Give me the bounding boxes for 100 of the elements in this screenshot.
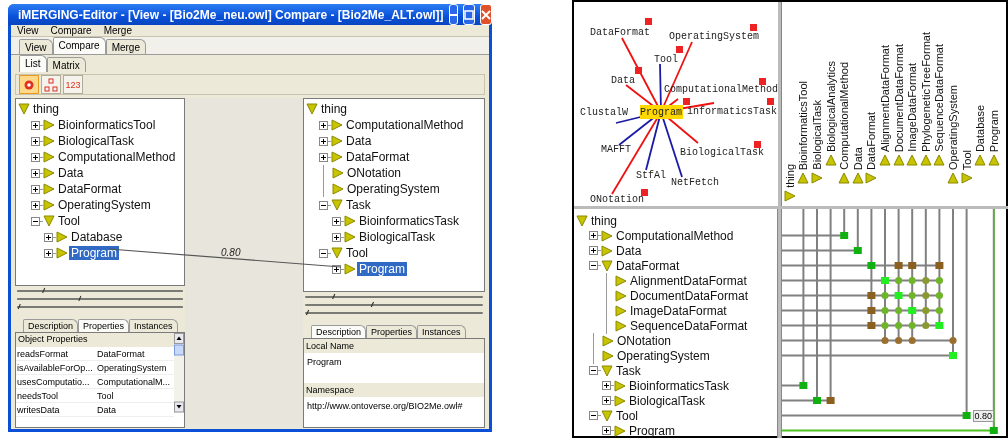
column-label[interactable]: Tool (960, 149, 973, 170)
circle-tool-button[interactable] (19, 75, 39, 94)
expander-icon[interactable] (31, 136, 40, 146)
tree-item[interactable]: DataFormat (56, 182, 124, 196)
tree-item[interactable]: thing (589, 213, 620, 228)
tree-item[interactable]: ComputationalMethod (614, 228, 736, 243)
tree-item[interactable]: Tool (614, 408, 640, 423)
expander-icon[interactable] (602, 426, 611, 435)
expander-icon[interactable] (332, 264, 341, 274)
tree-item[interactable]: thing (319, 102, 350, 116)
tree-item[interactable]: BiologicalTask (627, 393, 708, 408)
tree-item[interactable]: Task (614, 363, 643, 378)
tab[interactable]: Description (311, 325, 367, 338)
graph-node-label[interactable]: ONotation (590, 194, 644, 205)
tab[interactable]: Description (23, 319, 79, 332)
tree-item[interactable]: BiologicalTask (56, 134, 137, 148)
expander-icon[interactable] (31, 120, 40, 130)
tab[interactable]: Instances (417, 325, 466, 338)
expander-icon[interactable] (319, 200, 328, 210)
graph-node-label[interactable]: ClustalW (580, 107, 628, 118)
column-label[interactable]: BiologicalAnalytics (824, 60, 837, 152)
column-label[interactable]: DataFormat (865, 111, 878, 170)
expander-icon[interactable] (589, 411, 598, 420)
column-label[interactable]: SequenceDataFormat (933, 44, 946, 152)
tab[interactable]: Properties (78, 319, 130, 332)
expander-icon[interactable] (602, 396, 611, 405)
tab[interactable]: Matrix (46, 57, 86, 72)
expander-icon[interactable] (31, 184, 40, 194)
expander-icon[interactable] (31, 200, 40, 210)
expander-icon[interactable] (319, 120, 328, 130)
expander-icon[interactable] (31, 168, 40, 178)
column-label[interactable]: Program (987, 109, 1000, 152)
graph-node-label[interactable]: informaticsTask (687, 106, 777, 117)
tree-item[interactable]: ComputationalMethod (56, 150, 178, 164)
tree-item[interactable]: AlignmentDataFormat (628, 273, 749, 288)
column-label[interactable]: Database (974, 104, 987, 152)
menu-item[interactable]: Compare (50, 25, 92, 36)
tree-item[interactable]: Data (344, 134, 374, 148)
close-button[interactable] (479, 4, 492, 25)
tree-item[interactable]: thing (31, 102, 62, 116)
graph-node-label[interactable]: OperatingSystem (669, 31, 759, 42)
menu-item[interactable]: Merge (103, 25, 132, 36)
tree-item[interactable]: DataFormat (344, 150, 412, 164)
expander-icon[interactable] (319, 152, 328, 162)
tree-item[interactable]: Program (357, 262, 407, 276)
tab[interactable]: Merge (105, 39, 146, 54)
tree-item[interactable]: BiologicalTask (357, 230, 438, 244)
tree-item[interactable]: Tool (344, 246, 370, 260)
expander-icon[interactable] (44, 232, 53, 242)
graph-node-label[interactable]: StfAl (636, 170, 666, 181)
nodes-tool-button[interactable] (41, 75, 61, 94)
tree-item[interactable]: Task (344, 198, 373, 212)
expander-icon[interactable] (589, 231, 598, 240)
column-label[interactable]: BioinformaticsTool (797, 80, 810, 170)
column-label[interactable]: thing (783, 164, 796, 188)
expander-icon[interactable] (589, 246, 598, 255)
graph-node-label[interactable]: NetFetch (671, 177, 719, 188)
expander-icon[interactable] (332, 232, 341, 242)
tree-item[interactable]: BioinformaticsTask (627, 378, 732, 393)
minimize-button[interactable] (448, 4, 458, 25)
tree-item[interactable]: SequenceDataFormat (628, 318, 750, 333)
column-label[interactable]: DocumentDataFormat (892, 43, 905, 152)
scrollbar[interactable] (174, 333, 184, 413)
expander-icon[interactable] (589, 261, 598, 270)
graph-node-label[interactable]: DataFormat (590, 27, 650, 38)
graph-node-label[interactable]: Tool (654, 54, 678, 65)
tab[interactable]: View (19, 39, 53, 54)
tree-item[interactable]: BioinformaticsTool (56, 118, 158, 132)
program-node-label[interactable]: Program (640, 107, 682, 118)
column-label[interactable]: PhylogeneticTreeFormat (919, 31, 932, 152)
tree-item[interactable]: ComputationalMethod (344, 118, 466, 132)
tree-item[interactable]: Data (56, 166, 86, 180)
tree-item[interactable]: Database (69, 230, 125, 244)
column-label[interactable]: AlignmentDataFormat (878, 45, 891, 152)
number-tool-button[interactable]: 123 (63, 75, 83, 94)
column-label[interactable]: ImageDataFormat (906, 63, 919, 152)
tree-item[interactable]: ONotation (345, 166, 404, 180)
graph-node-label[interactable]: MAFFT (601, 144, 631, 155)
expander-icon[interactable] (602, 381, 611, 390)
menu-item[interactable]: View (17, 25, 39, 36)
graph-node-label[interactable]: BiologicalTask (680, 147, 764, 158)
tree-item[interactable]: BioinformaticsTask (357, 214, 462, 228)
expander-icon[interactable] (44, 248, 53, 258)
maximize-button[interactable] (462, 4, 475, 25)
graph-node-label[interactable]: Data (611, 75, 635, 86)
tab[interactable]: Compare (52, 37, 106, 54)
tree-item[interactable]: ONotation (615, 333, 674, 348)
tree-item[interactable]: DocumentDataFormat (628, 288, 751, 303)
tree-item[interactable]: DataFormat (614, 258, 682, 273)
tree-item[interactable]: Tool (56, 214, 82, 228)
expander-icon[interactable] (319, 248, 328, 258)
tree-item[interactable]: Program (69, 246, 119, 260)
tab[interactable]: Instances (129, 319, 178, 332)
tree-item[interactable]: Data (614, 243, 644, 258)
expander-icon[interactable] (332, 216, 341, 226)
expander-icon[interactable] (589, 366, 598, 375)
tree-item[interactable]: Program (627, 423, 677, 438)
expander-icon[interactable] (31, 152, 40, 162)
tab[interactable]: List (19, 55, 47, 72)
column-label[interactable]: OperatingSystem (946, 85, 959, 170)
